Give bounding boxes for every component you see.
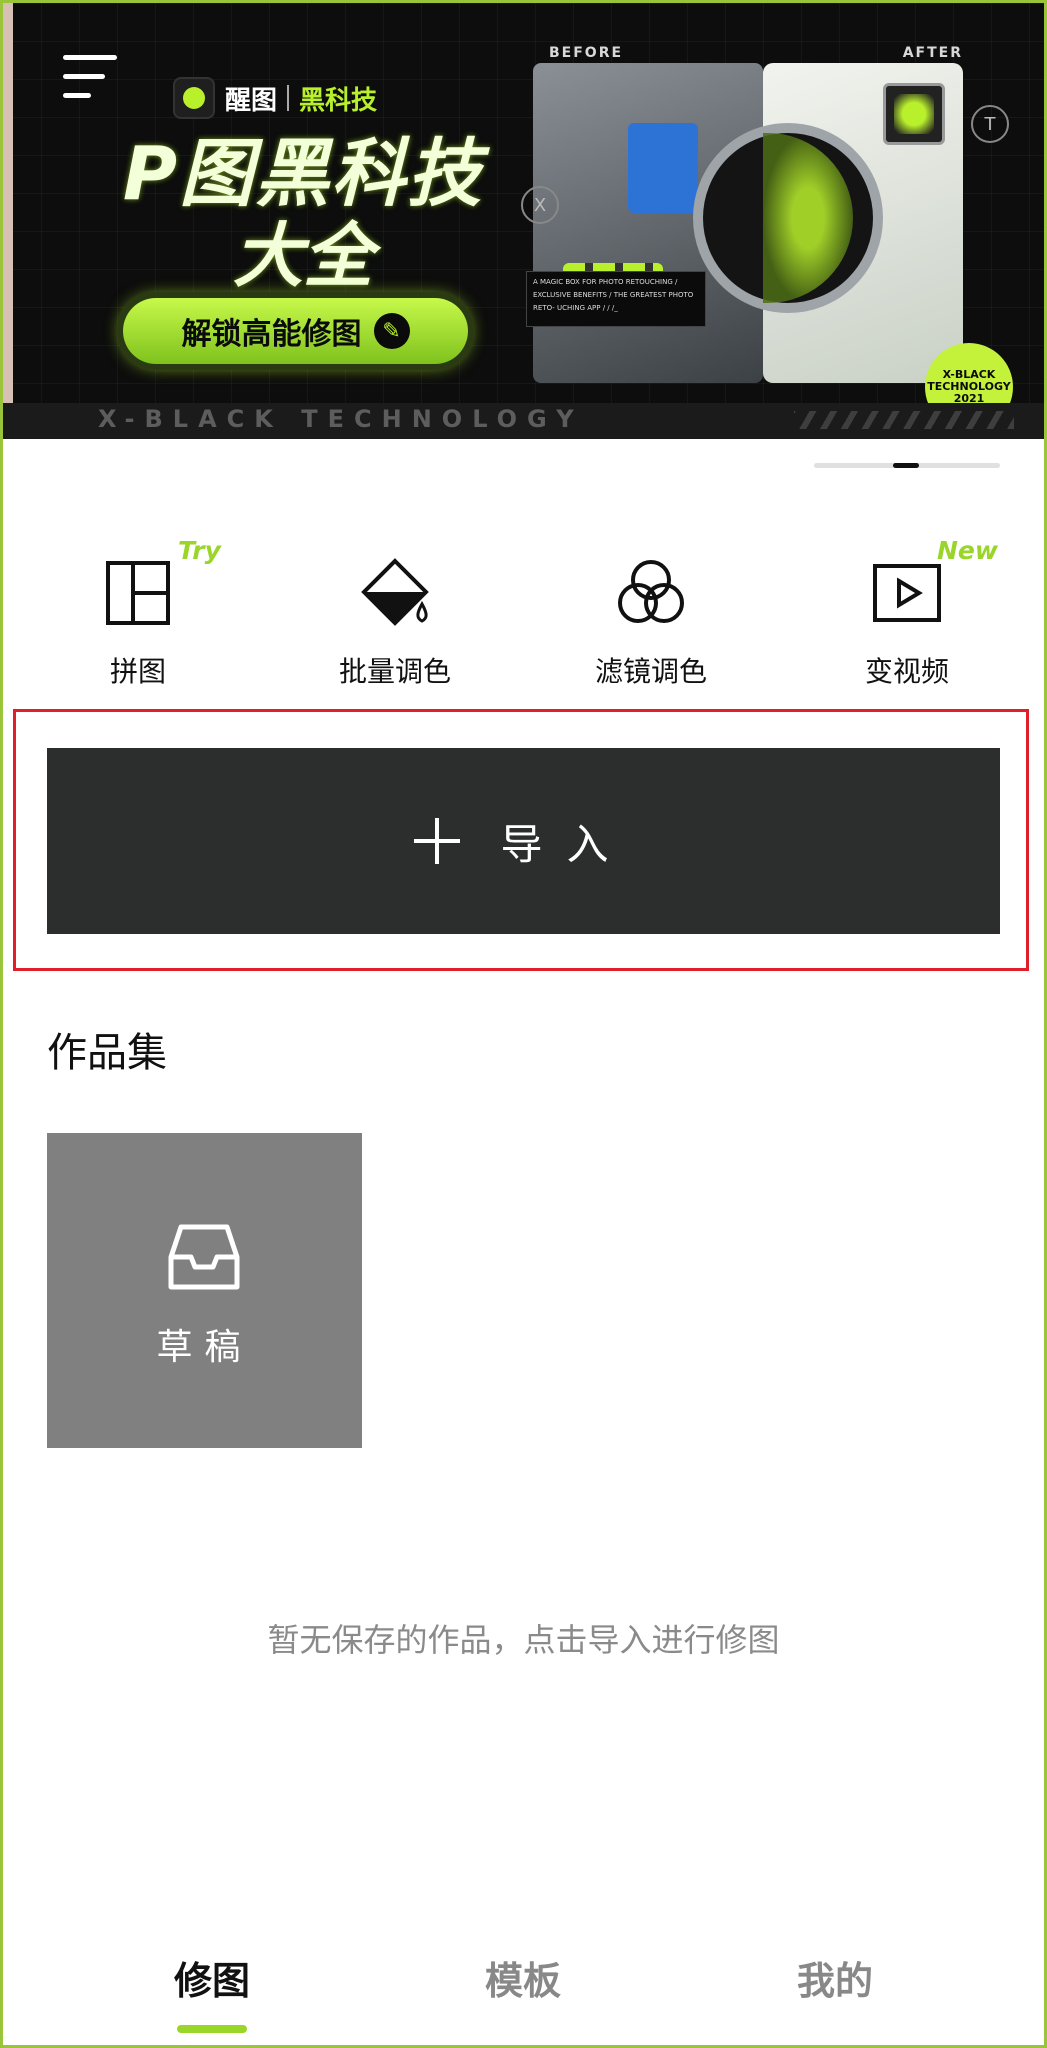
- tool-collage-label: 拼图: [109, 655, 166, 688]
- banner-hatch: [794, 411, 1014, 429]
- tool-to-video-label: 变视频: [864, 655, 949, 688]
- works-section-title: 作品集: [47, 1030, 167, 1076]
- banner-note: A MAGIC BOX FOR PHOTO RETOUCHING / EXCLU…: [526, 271, 706, 327]
- inbox-tray-icon: [168, 1224, 240, 1290]
- unlock-cta-label: 解锁高能修图: [181, 317, 362, 352]
- after-label: AFTER: [902, 45, 963, 61]
- tool-row: Try 拼图 批量调色 滤镜调色 New 变视频: [0, 530, 1047, 690]
- brand-separator: [287, 85, 290, 111]
- before-label: BEFORE: [549, 45, 624, 61]
- nav-tab-profile[interactable]: 我的: [735, 1950, 935, 2005]
- new-tag: New: [937, 536, 998, 565]
- empty-works-hint: 暂无保存的作品，点击导入进行修图: [267, 1621, 780, 1659]
- t-mark-icon: T: [971, 105, 1009, 143]
- banner-title-line2: 大全: [233, 215, 373, 297]
- try-tag: Try: [178, 536, 221, 565]
- collage-grid-icon: [106, 561, 170, 625]
- device-illustration: BEFORE AFTER: [533, 43, 973, 403]
- brand-name: 醒图: [225, 85, 278, 116]
- tool-collage[interactable]: Try 拼图: [38, 530, 238, 690]
- carousel-indicator-active: [893, 463, 919, 468]
- pen-swirl-icon: ✎: [373, 313, 410, 349]
- carousel-indicator: [814, 463, 1000, 468]
- tool-to-video[interactable]: New 变视频: [807, 530, 1007, 690]
- nav-active-indicator: [177, 2025, 247, 2033]
- paint-bucket-icon: [361, 558, 429, 626]
- bottom-nav: 修图 模板 我的: [0, 1940, 1047, 2040]
- banner-left-stripe: [3, 3, 13, 439]
- banner-title-line1: P图黑科技: [122, 131, 484, 217]
- brand-logo-icon: [173, 77, 215, 119]
- video-play-icon: [873, 564, 941, 622]
- import-button-label: 导入: [500, 819, 633, 869]
- banner-footer-text: X-BLACK TECHNOLOGY: [98, 405, 584, 433]
- filter-circles-icon: [618, 560, 684, 623]
- plus-icon: [414, 818, 461, 864]
- draft-card[interactable]: 草稿: [47, 1133, 362, 1448]
- nav-tab-templates[interactable]: 模板: [423, 1950, 623, 2005]
- draft-label: 草稿: [156, 1327, 253, 1368]
- import-button[interactable]: 导入: [47, 748, 1000, 934]
- tool-batch-color[interactable]: 批量调色: [295, 530, 495, 690]
- tool-filter-color-label: 滤镜调色: [594, 655, 707, 688]
- menu-icon[interactable]: [63, 53, 119, 101]
- tool-filter-color[interactable]: 滤镜调色: [551, 530, 751, 690]
- brand-row: 醒图 黑科技: [173, 77, 377, 119]
- unlock-cta-button[interactable]: 解锁高能修图 ✎: [123, 298, 468, 364]
- nav-tab-edit[interactable]: 修图: [112, 1950, 312, 2005]
- brand-tag: 黑科技: [299, 85, 378, 116]
- banner-title: P图黑科技 大全: [83, 133, 523, 297]
- x-mark-icon: X: [521, 186, 559, 224]
- promo-banner[interactable]: 醒图 黑科技 P图黑科技 大全 解锁高能修图 ✎ BEFORE AFTER A …: [3, 3, 1044, 439]
- tool-batch-color-label: 批量调色: [338, 655, 451, 688]
